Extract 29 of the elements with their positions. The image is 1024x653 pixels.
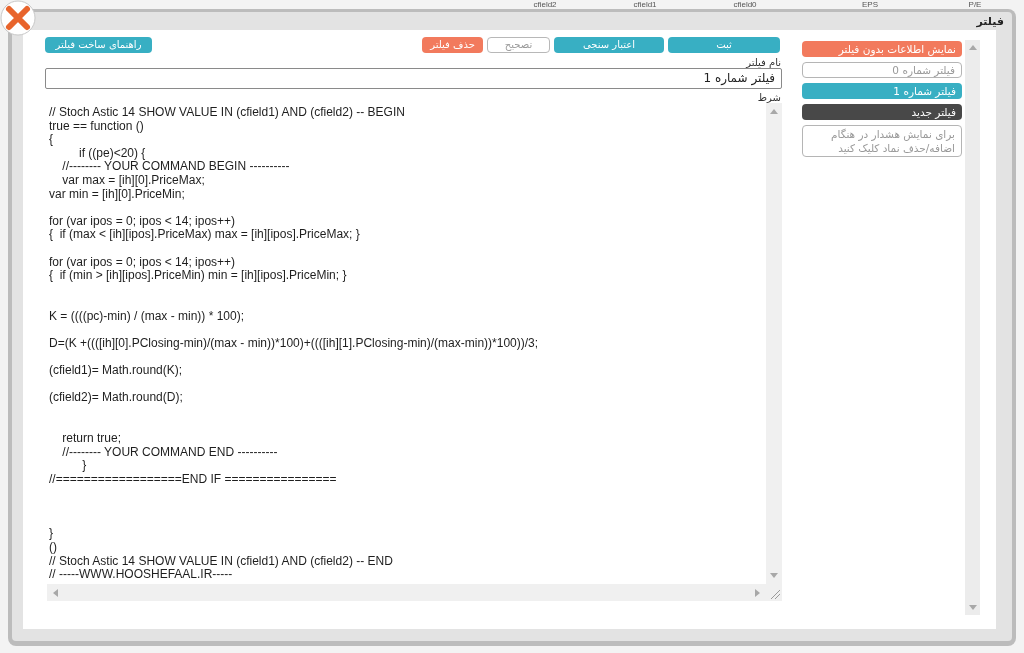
delete-button[interactable]: حذف فیلتر <box>422 37 483 53</box>
column-header: EPS <box>861 0 879 9</box>
action-button[interactable]: ثبت <box>668 37 780 53</box>
filter-item[interactable]: فیلتر شماره 0 <box>802 62 962 78</box>
column-header: cfield0 <box>732 0 758 9</box>
condition-code-field[interactable]: // Stoch Astic 14 SHOW VALUE IN (cfield1) AND (cfield2) -- BEGIN true == function () { if ((pe)<20) { //-------- YOUR COMMAND BEGIN ---------- var max = [ih][0].PriceMax; var min = [ih][0].PriceMin; for (var ipos = 0; ipos < 14; ipos++) { if (max < [ih][ipos].PriceMax) max = [ih][ipos].PriceMax; } for (var ipos = 0; ipos < 14; ipos++) { if (min > [ih][ipos].PriceMin) min = [ih][ipos].PriceMin; } K = ((((pc)-min) / (max - min)) * 100); D=(K +((([ih][0].PClosing-min)/(max - min))*100)+((([ih][1].PClosing-min)/(max-min))*100))/3; (cfield1)= Math.round(K); (cfield2)= Math.round(D); return true; //-------- YOUR COMMAND END ---------- } //==================END IF ================ } () // Stoch Astic 14 SHOW VALUE IN (cfield1) AND (cfield2) -- END // -----WWW.HOOSHEFAAL.IR----- <box>47 103 782 601</box>
filter-item[interactable]: فیلتر شماره 1 <box>802 83 962 99</box>
vertical-scrollbar[interactable] <box>766 103 782 584</box>
left-arrow-icon[interactable] <box>52 588 59 597</box>
action-button[interactable]: اعتبار سنجی <box>554 37 664 53</box>
new-filter-item[interactable]: فیلتر جدید <box>802 104 962 120</box>
filter-name-field[interactable]: فیلتر شماره 1 <box>45 68 782 89</box>
right-arrow-icon[interactable] <box>754 588 761 597</box>
horizontal-scrollbar[interactable] <box>47 584 766 601</box>
column-header: cfield1 <box>632 0 658 9</box>
column-header: cfield2 <box>532 0 558 9</box>
column-header: P/E <box>967 0 983 9</box>
filter-guide-button[interactable]: راهنمای ساخت فیلتر <box>45 37 152 53</box>
field-label: شرط <box>756 92 782 103</box>
alert-hint-item[interactable]: برای نمایش هشدار در هنگام اضافه/حذف نماد کلیک کنید <box>802 125 962 157</box>
close-icon[interactable] <box>0 0 36 36</box>
down-arrow-icon[interactable] <box>770 572 778 579</box>
vertical-scrollbar[interactable] <box>965 40 980 615</box>
up-arrow-icon[interactable] <box>770 108 778 115</box>
show-all-item[interactable]: نمایش اطلاعات بدون فیلتر <box>802 41 962 57</box>
dialog-title: فیلتر <box>976 14 1004 28</box>
field-label: نام فیلتر <box>744 57 782 68</box>
up-arrow-icon[interactable] <box>968 44 977 51</box>
down-arrow-icon[interactable] <box>968 604 977 611</box>
